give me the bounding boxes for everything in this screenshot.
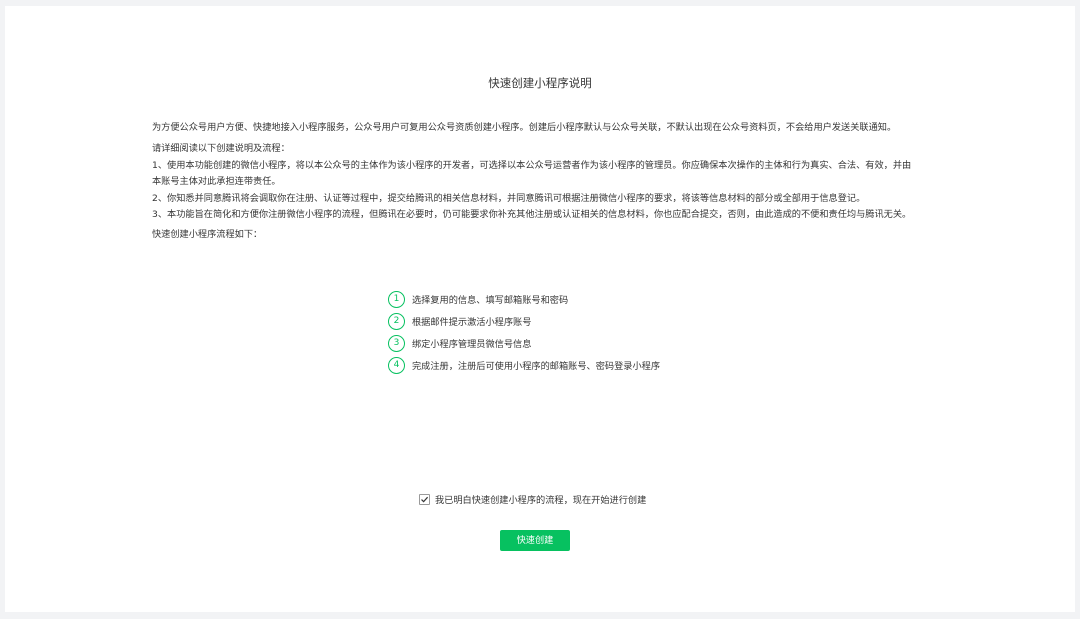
rules-heading: 请详细阅读以下创建说明及流程： bbox=[152, 143, 290, 154]
main-card: 快速创建小程序说明 为方便公众号用户方便、快捷地接入小程序服务，公众号用户可复用… bbox=[5, 6, 1075, 612]
intro-text: 为方便公众号用户方便、快捷地接入小程序服务，公众号用户可复用公众号资质创建小程序… bbox=[152, 122, 897, 133]
flow-label: 快速创建小程序流程如下： bbox=[152, 229, 263, 240]
quick-create-button[interactable]: 快速创建 bbox=[500, 530, 570, 551]
rule-line: 3、本功能旨在简化和方便你注册微信小程序的流程，但腾讯在必要时，仍可能要求你补充… bbox=[152, 209, 912, 220]
steps-list: 1 选择复用的信息、填写邮箱账号和密码 2 根据邮件提示激活小程序账号 3 绑定… bbox=[388, 290, 660, 378]
rule-line: 1、使用本功能创建的微信小程序，将以本公众号的主体作为该小程序的开发者，可选择以… bbox=[152, 159, 912, 171]
agreement-row[interactable]: 我已明白快速创建小程序的流程，现在开始进行创建 bbox=[419, 492, 646, 506]
step-text: 完成注册，注册后可使用小程序的邮箱账号、密码登录小程序 bbox=[412, 361, 661, 372]
step-text: 根据邮件提示激活小程序账号 bbox=[412, 317, 532, 328]
agreement-label[interactable]: 我已明白快速创建小程序的流程，现在开始进行创建 bbox=[435, 492, 646, 506]
step-text: 选择复用的信息、填写邮箱账号和密码 bbox=[412, 295, 569, 306]
step-item: 3 绑定小程序管理员微信号信息 bbox=[388, 334, 660, 352]
step-number-badge: 4 bbox=[388, 356, 405, 374]
agreement-checkbox[interactable] bbox=[419, 493, 430, 505]
check-icon bbox=[421, 496, 429, 502]
step-number-badge: 3 bbox=[388, 334, 405, 352]
step-item: 2 根据邮件提示激活小程序账号 bbox=[388, 312, 660, 330]
step-number-badge: 1 bbox=[388, 290, 405, 308]
step-number-badge: 2 bbox=[388, 312, 405, 330]
step-item: 4 完成注册，注册后可使用小程序的邮箱账号、密码登录小程序 bbox=[388, 356, 660, 374]
rules-section: 请详细阅读以下创建说明及流程： 1、使用本功能创建的微信小程序，将以本公众号的主… bbox=[152, 141, 942, 224]
rule-line: 本账号主体对此承担连带责任。 bbox=[152, 176, 281, 187]
step-text: 绑定小程序管理员微信号信息 bbox=[412, 339, 532, 350]
step-item: 1 选择复用的信息、填写邮箱账号和密码 bbox=[388, 290, 660, 308]
page-title: 快速创建小程序说明 bbox=[488, 76, 592, 90]
rule-line: 2、你知悉并同意腾讯将会调取你在注册、认证等过程中，提交给腾讯的相关信息材料，并… bbox=[152, 192, 866, 204]
